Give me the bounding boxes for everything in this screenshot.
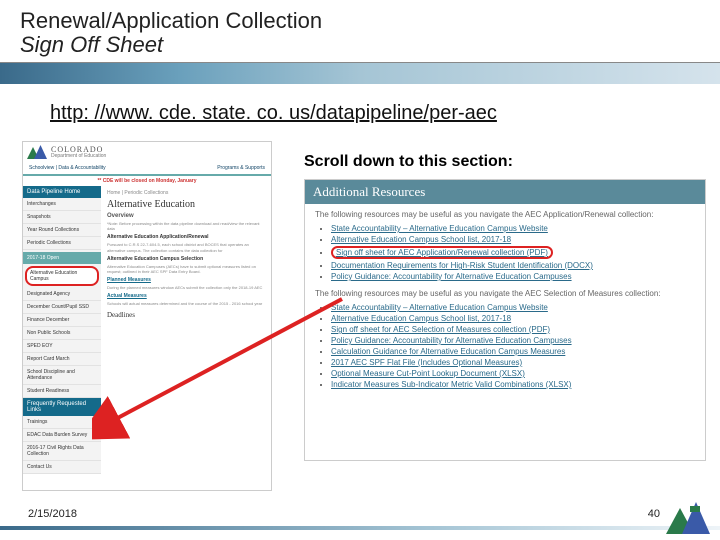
- para: During the planned measures window AECs …: [107, 285, 265, 290]
- list-item: Sign off sheet for AEC Application/Renew…: [331, 246, 695, 259]
- sub-head: Alternative Education Campus Selection: [107, 256, 265, 262]
- side-item: Snapshots: [23, 211, 101, 224]
- resource-link: Optional Measure Cut-Point Lookup Docume…: [331, 369, 525, 378]
- alert-banner: ** CDE will be closed on Monday, January: [23, 176, 271, 186]
- resource-link: State Accountability – Alternative Educa…: [331, 303, 548, 312]
- list-item: Optional Measure Cut-Point Lookup Docume…: [331, 369, 695, 378]
- side-item: SPED EOY: [23, 340, 101, 353]
- resource-link: Alternative Education Campus School list…: [331, 314, 511, 323]
- list-item: Alternative Education Campus School list…: [331, 235, 695, 244]
- sub-head: Alternative Education Application/Renewa…: [107, 234, 265, 240]
- para: *Note: Before processing within the data…: [107, 221, 265, 231]
- side-item: Student Readiness: [23, 385, 101, 398]
- list-item: Alternative Education Campus School list…: [331, 314, 695, 323]
- resource-link: Alternative Education Campus School list…: [331, 235, 511, 244]
- side-item: Periodic Collections: [23, 237, 101, 250]
- list-item: Policy Guidance: Accountability for Alte…: [331, 272, 695, 281]
- title-main: Renewal/Application Collection: [20, 8, 700, 34]
- url-text: http: //www. cde. state. co. us/datapipe…: [50, 102, 720, 125]
- side-item: Designated Agency: [23, 288, 101, 301]
- side-item: Trainings: [23, 416, 101, 429]
- resources-intro: The following resources may be useful as…: [315, 210, 695, 219]
- slide-header: Renewal/Application Collection Sign Off …: [0, 0, 720, 58]
- resource-link: Indicator Measures Sub-Indicator Metric …: [331, 380, 571, 389]
- side-item: Interchanges: [23, 198, 101, 211]
- list-item: Policy Guidance: Accountability for Alte…: [331, 336, 695, 345]
- sub-head: Planned Measures: [107, 277, 265, 283]
- list-item: Sign off sheet for AEC Selection of Meas…: [331, 325, 695, 334]
- sub-head: Actual Measures: [107, 293, 265, 299]
- para: Schools will actual measures determined …: [107, 301, 265, 306]
- side-item: EDAC Data Burden Survey: [23, 429, 101, 442]
- cde-logo-small-icon: [666, 502, 710, 534]
- resource-link: Policy Guidance: Accountability for Alte…: [331, 336, 572, 345]
- cde-logo-icon: [27, 145, 47, 159]
- page-number: 40: [648, 508, 660, 520]
- side-header: Data Pipeline Home: [23, 186, 101, 198]
- breadcrumb: Home | Periodic Collections: [107, 190, 265, 196]
- resources-heading: Additional Resources: [305, 180, 705, 204]
- list-item: State Accountability – Alternative Educa…: [331, 303, 695, 312]
- side-item: December Count/Pupil SSD: [23, 301, 101, 314]
- resource-link: 2017 AEC SPF Flat File (Includes Optiona…: [331, 358, 522, 367]
- list-item: State Accountability – Alternative Educa…: [331, 224, 695, 233]
- content-area: COLORADO Department of Education Schoolv…: [22, 141, 720, 491]
- resource-link: Policy Guidance: Accountability for Alte…: [331, 272, 572, 281]
- side-item: Non Public Schools: [23, 327, 101, 340]
- list-item: Calculation Guidance for Alternative Edu…: [331, 347, 695, 356]
- list-item: 2017 AEC SPF Flat File (Includes Optiona…: [331, 358, 695, 367]
- side-item-highlight: Alternative Education Campus: [25, 266, 99, 286]
- header-rule: [0, 62, 720, 84]
- title-sub: Sign Off Sheet: [20, 32, 700, 58]
- list-item: Documentation Requirements for High-Risk…: [331, 261, 695, 270]
- page-title: Alternative Education: [107, 199, 265, 210]
- nav-row: Schoolview | Data & Accountability Progr…: [23, 162, 271, 176]
- side-item: Report Card March: [23, 353, 101, 366]
- sidebar: Data Pipeline Home Interchanges Snapshot…: [23, 186, 101, 474]
- footer-rule: [0, 526, 720, 530]
- side-item: Finance December: [23, 314, 101, 327]
- footer-date: 2/15/2018: [28, 508, 77, 520]
- side-item: Year Round Collections: [23, 224, 101, 237]
- resource-link: State Accountability – Alternative Educa…: [331, 224, 548, 233]
- side-item: 2016-17 Civil Rights Data Collection: [23, 442, 101, 461]
- list-item: Indicator Measures Sub-Indicator Metric …: [331, 380, 695, 389]
- overview-head: Overview: [107, 213, 265, 219]
- nav-right: Programs & Supports: [217, 165, 265, 171]
- screenshot-right: Additional Resources The following resou…: [304, 179, 706, 461]
- nav-left: Schoolview | Data & Accountability: [29, 165, 106, 171]
- resource-link-highlight: Sign off sheet for AEC Application/Renew…: [336, 248, 548, 257]
- resource-link: Sign off sheet for AEC Selection of Meas…: [331, 325, 550, 334]
- para: Alternative Education Campuses (AECs) ha…: [107, 264, 265, 274]
- resource-link: Documentation Requirements for High-Risk…: [331, 261, 593, 270]
- resources-list-2: State Accountability – Alternative Educa…: [331, 303, 695, 389]
- side-item: School Discipline and Attendance: [23, 366, 101, 385]
- resources-list-1: State Accountability – Alternative Educa…: [331, 224, 695, 281]
- side-sub-header: 2017-18 Open: [23, 252, 101, 264]
- side-item: Contact Us: [23, 461, 101, 474]
- side-header2: Frequently Requested Links: [23, 398, 101, 416]
- resource-link: Calculation Guidance for Alternative Edu…: [331, 347, 565, 356]
- para: Pursuant to C.R.S 22-7-604.5, each schoo…: [107, 242, 265, 252]
- resources-intro2: The following resources may be useful as…: [315, 289, 695, 298]
- brand-band: COLORADO Department of Education: [23, 142, 271, 162]
- brand-sub: Department of Education: [51, 153, 106, 159]
- screenshot-left: COLORADO Department of Education Schoolv…: [22, 141, 272, 491]
- deadlines-head: Deadlines: [107, 311, 265, 319]
- scroll-label: Scroll down to this section:: [304, 153, 513, 171]
- main-column: Home | Periodic Collections Alternative …: [101, 186, 271, 474]
